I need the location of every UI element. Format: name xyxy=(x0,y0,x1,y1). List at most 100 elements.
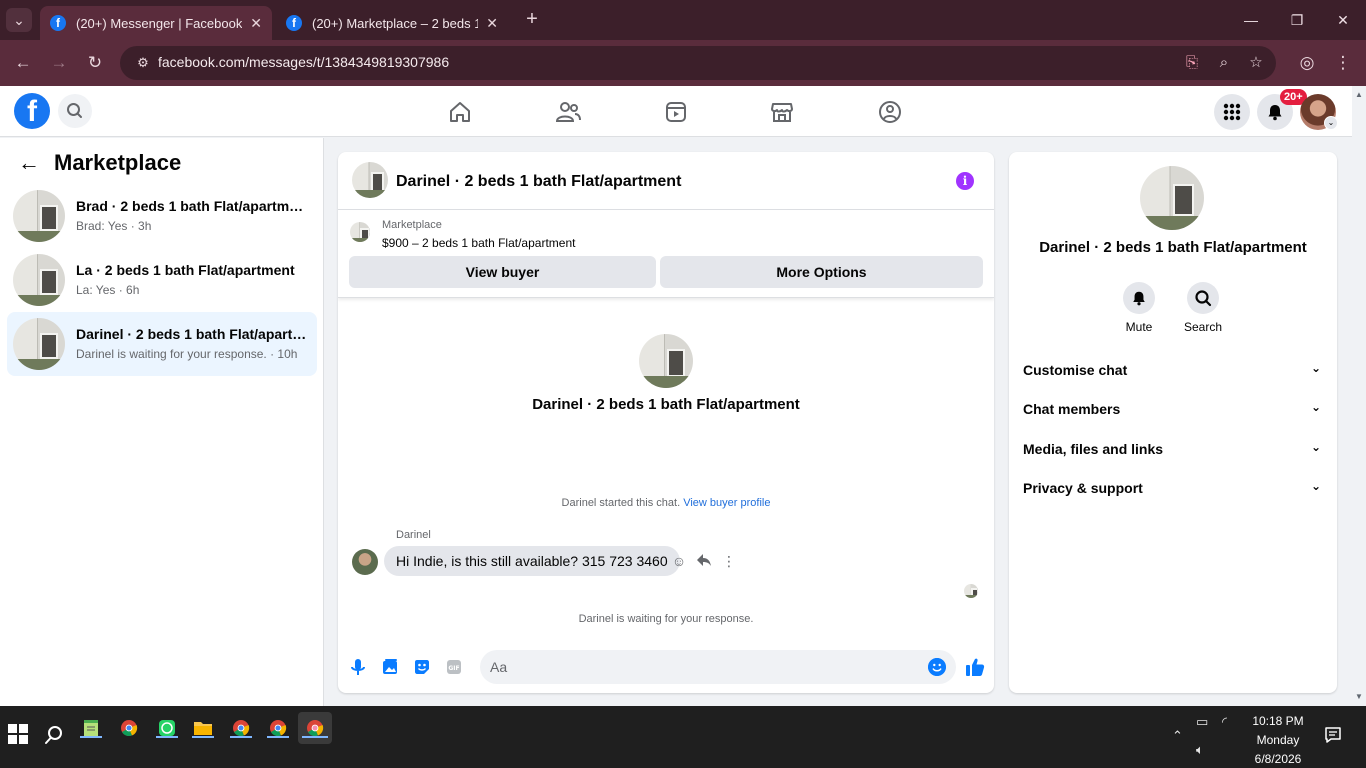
section-label: Media, files and links xyxy=(1023,441,1164,457)
mute-label: Mute xyxy=(1125,320,1153,334)
chevron-down-icon: ⌄ xyxy=(1310,361,1321,375)
photo-icon[interactable] xyxy=(380,657,400,677)
more-options-button[interactable]: More Options xyxy=(660,256,983,288)
view-buyer-button[interactable]: View buyer xyxy=(349,256,656,288)
chat-members-section[interactable]: Chat members ⌄ xyxy=(1015,391,1331,427)
home-icon[interactable] xyxy=(440,96,480,128)
bookmark-star-icon[interactable]: ☆ xyxy=(1246,53,1266,73)
tray-chevron-up-icon[interactable]: ⌃ xyxy=(1172,728,1183,744)
marketplace-label: Marketplace xyxy=(382,219,442,231)
taskbar-notepad-icon[interactable] xyxy=(74,712,108,744)
back-arrow-icon[interactable]: ← xyxy=(10,50,36,76)
thumbs-up-icon[interactable] xyxy=(964,656,986,678)
search-in-chat-button[interactable]: Search xyxy=(1173,282,1233,334)
taskbar-whatsapp-icon[interactable] xyxy=(150,712,184,744)
zoom-icon[interactable]: ⌕ xyxy=(1214,53,1234,73)
message-input[interactable] xyxy=(490,650,920,684)
list-header: ← Marketplace xyxy=(18,150,181,176)
facebook-favicon-icon: f xyxy=(50,15,66,31)
windows-taskbar: ⌃ ▭ ◜ 🔈︎ 10:18 PM Monday 6/8/2026 xyxy=(0,706,1366,768)
taskbar-chrome-profile-3-icon[interactable] xyxy=(261,712,295,744)
back-arrow-icon[interactable]: ← xyxy=(18,150,40,176)
minimize-icon[interactable]: — xyxy=(1228,6,1274,34)
forward-arrow-icon[interactable]: → xyxy=(46,50,72,76)
listing-photo xyxy=(13,318,65,370)
mute-button[interactable]: Mute xyxy=(1109,282,1169,334)
profile-icon[interactable]: ◎ xyxy=(1294,50,1320,76)
privacy-support-section[interactable]: Privacy & support ⌄ xyxy=(1015,470,1331,506)
tab-close-icon[interactable]: ✕ xyxy=(486,15,498,32)
chat-started-notice: Darinel started this chat. View buyer pr… xyxy=(338,497,994,509)
video-icon[interactable] xyxy=(656,96,696,128)
reply-icon[interactable] xyxy=(695,552,713,570)
message-bubble[interactable]: Hi Indie, is this still available? 315 7… xyxy=(384,546,680,576)
conversation-preview: La: Yes · 6h xyxy=(76,283,140,297)
chat-avatar[interactable] xyxy=(352,162,388,198)
taskbar-file-explorer-icon[interactable] xyxy=(186,712,220,744)
volume-icon[interactable]: 🔈︎ xyxy=(1196,742,1204,758)
conversation-preview: Brad: Yes · 3h xyxy=(76,219,152,233)
emoji-icon[interactable] xyxy=(928,658,946,676)
message-composer[interactable] xyxy=(480,650,956,684)
window-close-icon[interactable]: ✕ xyxy=(1320,6,1366,34)
customise-chat-section[interactable]: Customise chat ⌄ xyxy=(1015,352,1331,388)
scroll-down-icon[interactable]: ▼ xyxy=(1355,692,1363,701)
gif-icon[interactable]: GIF xyxy=(444,657,464,677)
groups-icon[interactable] xyxy=(870,96,910,128)
system-clock[interactable]: 10:18 PM Monday 6/8/2026 xyxy=(1246,712,1310,768)
install-app-icon[interactable]: ⎘ xyxy=(1182,53,1202,73)
menu-kebab-icon[interactable]: ⋮ xyxy=(1330,50,1356,76)
svg-text:GIF: GIF xyxy=(448,665,459,672)
sticker-icon[interactable] xyxy=(412,657,432,677)
restore-icon[interactable]: ❐ xyxy=(1274,6,1320,34)
marketplace-listing-bar: Marketplace $900 – 2 beds 1 bath Flat/ap… xyxy=(338,210,994,298)
reload-icon[interactable]: ↻ xyxy=(82,50,108,76)
taskbar-chrome-profile-2-icon[interactable] xyxy=(224,712,258,744)
listing-title[interactable]: $900 – 2 beds 1 bath Flat/apartment xyxy=(382,236,575,250)
sender-avatar[interactable] xyxy=(352,549,378,575)
scroll-up-icon[interactable]: ▲ xyxy=(1355,90,1363,99)
listing-photo xyxy=(13,254,65,306)
search-icon[interactable] xyxy=(44,725,64,745)
facebook-logo[interactable]: f xyxy=(14,93,50,129)
taskbar-chrome-icon[interactable] xyxy=(112,712,146,744)
page-scrollbar[interactable]: ▲ ▼ xyxy=(1352,86,1366,706)
battery-icon[interactable]: ▭ xyxy=(1196,714,1208,730)
running-indicator xyxy=(267,736,289,738)
conversation-item-brad[interactable]: Brad · 2 beds 1 bath Flat/apartment Brad… xyxy=(7,184,317,248)
chat-header: Darinel · 2 beds 1 bath Flat/apartment i xyxy=(338,152,994,210)
tab-messenger[interactable]: f (20+) Messenger | Facebook ✕ xyxy=(40,6,272,40)
address-bar[interactable]: ⚙ facebook.com/messages/t/13843498193079… xyxy=(120,46,1276,80)
tab-list-chevron-down-icon[interactable]: ⌄ xyxy=(6,8,32,32)
chevron-down-icon: ⌄ xyxy=(1310,440,1321,454)
microphone-icon[interactable] xyxy=(348,657,368,677)
fb-search-button[interactable] xyxy=(58,94,92,128)
site-info-icon[interactable]: ⚙ xyxy=(134,54,152,72)
chevron-down-icon: ⌄ xyxy=(1310,400,1321,414)
tab-marketplace[interactable]: f (20+) Marketplace – 2 beds 1 bath ✕ xyxy=(276,6,508,40)
info-icon[interactable]: i xyxy=(956,172,974,190)
conversation-item-la[interactable]: La · 2 beds 1 bath Flat/apartment La: Ye… xyxy=(7,248,317,312)
started-text: Darinel started this chat. xyxy=(561,497,681,509)
facebook-favicon-icon: f xyxy=(286,15,302,31)
new-tab-plus-icon[interactable]: + xyxy=(520,8,544,32)
clock-time: 10:18 PM xyxy=(1252,714,1304,728)
more-kebab-icon[interactable]: ⋮ xyxy=(720,552,738,570)
menu-grid-button[interactable] xyxy=(1214,94,1250,130)
tab-close-icon[interactable]: ✕ xyxy=(250,15,262,32)
conversation-item-darinel[interactable]: Darinel · 2 beds 1 bath Flat/apartment D… xyxy=(7,312,317,376)
marketplace-icon[interactable] xyxy=(762,96,802,128)
media-files-links-section[interactable]: Media, files and links ⌄ xyxy=(1015,431,1331,467)
taskbar-chrome-active-icon[interactable] xyxy=(298,712,332,744)
notification-center-icon[interactable] xyxy=(1324,726,1342,744)
friends-icon[interactable] xyxy=(548,96,588,128)
wifi-icon[interactable]: ◜ xyxy=(1222,714,1227,730)
react-smile-icon[interactable]: ☺ xyxy=(670,552,688,570)
url-text[interactable]: facebook.com/messages/t/1384349819307986 xyxy=(158,54,449,70)
listing-thumbnail xyxy=(350,222,370,242)
info-avatar xyxy=(1140,166,1204,230)
account-chevron-down-icon[interactable]: ⌄ xyxy=(1324,116,1338,130)
chat-title[interactable]: Darinel · 2 beds 1 bath Flat/apartment xyxy=(396,173,681,191)
view-buyer-profile-link[interactable]: View buyer profile xyxy=(683,497,770,509)
windows-start-icon[interactable] xyxy=(6,722,30,746)
